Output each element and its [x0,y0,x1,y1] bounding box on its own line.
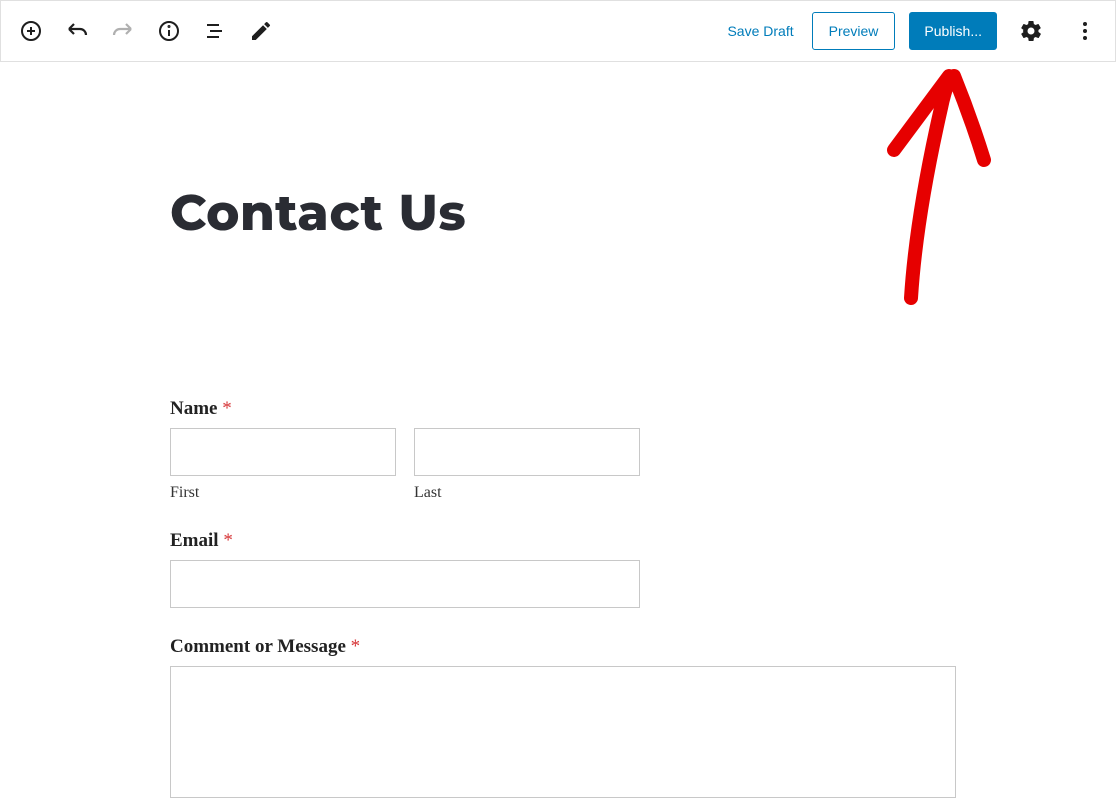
editor-content: Contact Us Name * First Last Email * Com… [0,62,1116,803]
name-label-text: Name [170,398,217,419]
undo-button[interactable] [57,11,97,51]
undo-icon [65,19,89,43]
name-field-group: Name * First Last [170,398,946,502]
settings-button[interactable] [1011,11,1051,51]
redo-icon [111,19,135,43]
first-name-input[interactable] [170,428,396,476]
email-field-group: Email * [170,530,946,608]
editor-toolbar: Save Draft Preview Publish... [0,0,1116,62]
message-label: Comment or Message * [170,636,946,658]
add-block-button[interactable] [11,11,51,51]
last-name-input[interactable] [414,428,640,476]
info-button[interactable] [149,11,189,51]
first-name-col: First [170,428,396,502]
outline-icon [203,19,227,43]
pencil-icon [249,19,273,43]
save-draft-button[interactable]: Save Draft [723,15,797,47]
more-vertical-icon [1073,19,1097,43]
required-marker: * [351,636,361,657]
redo-button[interactable] [103,11,143,51]
first-sub-label: First [170,484,396,502]
email-label: Email * [170,530,946,552]
edit-button[interactable] [241,11,281,51]
last-sub-label: Last [414,484,640,502]
required-marker: * [222,398,232,419]
info-icon [157,19,181,43]
more-options-button[interactable] [1065,11,1105,51]
page-title[interactable]: Contact Us [170,182,946,243]
email-input[interactable] [170,560,640,608]
plus-circle-icon [19,19,43,43]
required-marker: * [223,530,233,551]
name-label: Name * [170,398,946,420]
email-label-text: Email [170,530,219,551]
message-field-group: Comment or Message * [170,636,946,803]
outline-button[interactable] [195,11,235,51]
last-name-col: Last [414,428,640,502]
publish-button[interactable]: Publish... [909,12,997,50]
message-textarea[interactable] [170,666,956,798]
toolbar-left-group [11,11,281,51]
gear-icon [1019,19,1043,43]
preview-button[interactable]: Preview [812,12,896,50]
message-label-text: Comment or Message [170,636,346,657]
name-row: First Last [170,428,946,502]
toolbar-right-group: Save Draft Preview Publish... [723,11,1105,51]
